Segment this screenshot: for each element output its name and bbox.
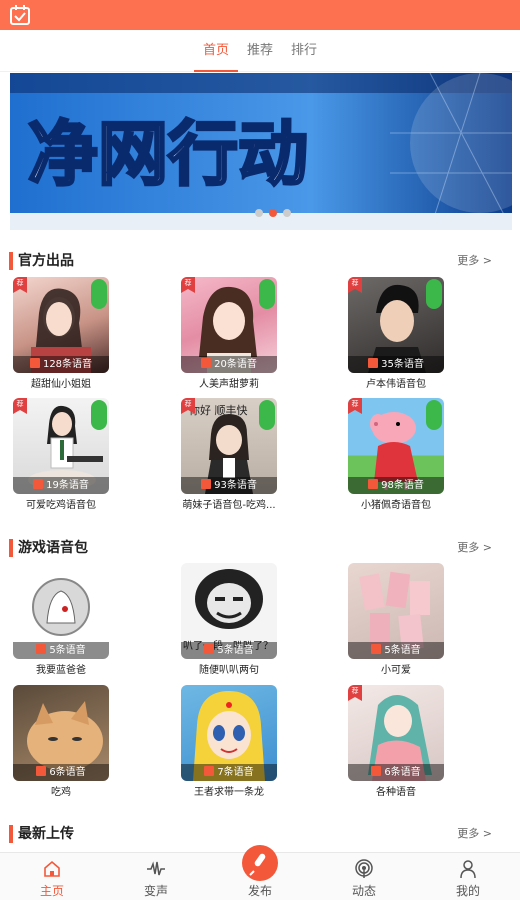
voice-pack-card[interactable]: 荐 128条语音 超甜仙小姐姐 xyxy=(13,277,109,390)
home-icon xyxy=(44,860,60,877)
voice-count: 35条语音 xyxy=(348,356,444,373)
verified-badge xyxy=(426,400,442,430)
section-official-header: 官方出品 更多 > xyxy=(0,250,520,274)
card-title: 超甜仙小姐姐 xyxy=(31,379,91,390)
status-bar xyxy=(0,0,520,30)
nav-voice-change[interactable]: 变声 xyxy=(116,853,196,899)
carousel-dot[interactable] xyxy=(283,209,291,217)
nav-label: 变声 xyxy=(143,884,168,898)
section-title: 游戏语音包 xyxy=(18,540,88,556)
nav-feed[interactable]: 动态 xyxy=(324,853,404,899)
voice-pack-card[interactable]: 6条语音 吃鸡 xyxy=(13,685,109,798)
voice-count: 5条语音 xyxy=(348,642,444,659)
card-title: 我要蓝爸爸 xyxy=(36,665,86,676)
nav-label: 主页 xyxy=(39,884,64,898)
publish-button[interactable] xyxy=(242,845,278,881)
voice-count: 98条语音 xyxy=(348,477,444,494)
verified-badge xyxy=(259,279,275,309)
banner-image: 净网行动 xyxy=(10,73,512,230)
carousel-dot[interactable] xyxy=(255,209,263,217)
carousel-dots xyxy=(255,209,291,217)
voice-pack-card[interactable]: 荐 35条语音 卢本伟语音包 xyxy=(348,277,444,390)
section-accent-bar xyxy=(9,539,13,557)
nav-label: 发布 xyxy=(247,884,272,898)
microphone-icon xyxy=(249,853,266,876)
voice-pack-card[interactable]: 5条语音 小可爱 xyxy=(348,563,444,676)
more-link[interactable]: 更多 > xyxy=(457,539,492,557)
voice-pack-card[interactable]: 5条语音 我要蓝爸爸 xyxy=(13,563,109,676)
section-latest-header: 最新上传 更多 > xyxy=(0,823,520,847)
verified-badge xyxy=(426,279,442,309)
voice-count: 6条语音 xyxy=(348,764,444,781)
voice-count: 7条语音 xyxy=(181,764,277,781)
verified-badge xyxy=(259,400,275,430)
banner-carousel[interactable]: 净网行动 xyxy=(10,73,512,230)
nav-label: 动态 xyxy=(351,884,376,898)
voice-count: 5条语音 xyxy=(181,642,277,659)
waveform-icon xyxy=(147,861,165,876)
card-title: 随便叭叭两句 xyxy=(199,665,259,676)
voice-count: 6条语音 xyxy=(13,764,109,781)
broadcast-icon xyxy=(355,859,373,878)
user-icon xyxy=(460,860,476,879)
nav-profile[interactable]: 我的 xyxy=(428,853,508,899)
section-game-header: 游戏语音包 更多 > xyxy=(0,537,520,561)
card-title: 各种语音 xyxy=(376,787,416,798)
nav-home[interactable]: 主页 xyxy=(12,853,92,899)
voice-pack-card[interactable]: 你好 顺丰快 荐 93条语音 萌妹子语音包-吃鸡... xyxy=(181,398,277,511)
calendar-check-icon xyxy=(10,5,30,25)
svg-text:你好 顺丰快: 你好 顺丰快 xyxy=(189,403,248,417)
voice-pack-card[interactable]: 荐 6条语音 各种语音 xyxy=(348,685,444,798)
card-title: 吃鸡 xyxy=(51,787,71,798)
tab-home[interactable]: 首页 xyxy=(194,30,238,72)
voice-count: 20条语音 xyxy=(181,356,277,373)
card-title: 小猪佩奇语音包 xyxy=(361,500,431,511)
verified-badge xyxy=(91,400,107,430)
tab-ranking[interactable]: 排行 xyxy=(282,30,326,72)
section-accent-bar xyxy=(9,252,13,270)
more-link[interactable]: 更多 > xyxy=(457,825,492,843)
top-tabs: 首页 推荐 排行 xyxy=(0,30,520,72)
nav-label: 我的 xyxy=(455,884,480,898)
card-title: 可爱吃鸡语音包 xyxy=(26,500,96,511)
voice-pack-card[interactable]: 荐 98条语音 小猪佩奇语音包 xyxy=(348,398,444,511)
voice-pack-card[interactable]: 荐 19条语音 可爱吃鸡语音包 xyxy=(13,398,109,511)
voice-pack-card[interactable]: 叭了一段，叭叭了？ 5条语音 随便叭叭两句 xyxy=(181,563,277,676)
card-title: 人美声甜萝莉 xyxy=(199,379,259,390)
card-title: 卢本伟语音包 xyxy=(366,379,426,390)
section-title: 最新上传 xyxy=(18,826,74,842)
more-link[interactable]: 更多 > xyxy=(457,252,492,270)
voice-count: 19条语音 xyxy=(13,477,109,494)
carousel-dot-active[interactable] xyxy=(269,209,277,217)
voice-pack-card[interactable]: 荐 20条语音 人美声甜萝莉 xyxy=(181,277,277,390)
card-title: 王者求带一条龙 xyxy=(194,787,264,798)
banner-text: 净网行动 xyxy=(28,112,308,195)
tab-recommend[interactable]: 推荐 xyxy=(238,30,282,72)
section-accent-bar xyxy=(9,825,13,843)
voice-count: 5条语音 xyxy=(13,642,109,659)
card-title: 小可爱 xyxy=(381,665,411,676)
voice-pack-card[interactable]: 7条语音 王者求带一条龙 xyxy=(181,685,277,798)
voice-count: 93条语音 xyxy=(181,477,277,494)
voice-count: 128条语音 xyxy=(13,356,109,373)
verified-badge xyxy=(91,279,107,309)
section-title: 官方出品 xyxy=(18,253,74,269)
card-title: 萌妹子语音包-吃鸡... xyxy=(182,500,276,511)
